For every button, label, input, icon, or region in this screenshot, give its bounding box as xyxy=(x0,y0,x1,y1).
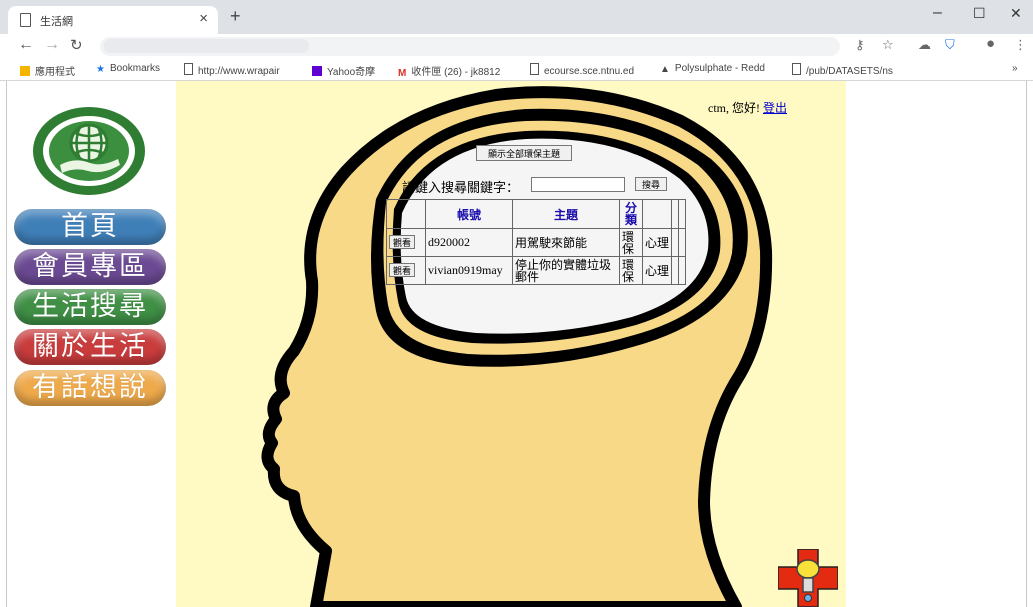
star-icon: ★ xyxy=(96,64,105,74)
account-column-header[interactable]: 帳號 xyxy=(425,199,513,229)
topic-cell: 用駕駛來節能 xyxy=(512,228,620,257)
cloud-icon[interactable]: ☁ xyxy=(918,37,931,53)
search-prompt-label: 請鍵入搜尋關鍵字： xyxy=(402,180,520,195)
address-bar[interactable] xyxy=(100,37,840,56)
maximize-icon[interactable]: ☐ xyxy=(973,5,986,22)
back-icon[interactable]: ← xyxy=(18,36,34,54)
account-icon[interactable]: ● xyxy=(986,35,995,52)
web-page: 首頁 會員專區 生活搜尋 關於生活 有話想說 ctm, 您好! 登出 顯示全部環… xyxy=(0,81,1033,607)
tab-strip: 生活網 × + – ☐ ✕ xyxy=(0,0,1033,34)
bookmark-ecourse[interactable]: ecourse.sce.ntnu.ed xyxy=(530,63,648,77)
tag-cell: 心理 xyxy=(642,228,672,257)
results-table: 帳號 主題 分類 觀看 d920002 用駕駛來節能 環保 心理 觀看 vivi… xyxy=(386,199,686,285)
bookmark-bookmarks[interactable]: ★ Bookmarks xyxy=(96,63,176,74)
tag-cell: 心理 xyxy=(642,256,672,285)
nav-search-button[interactable]: 生活搜尋 xyxy=(14,289,166,325)
reload-icon[interactable]: ↻ xyxy=(70,36,83,54)
bookmark-datasets[interactable]: /pub/DATASETS/ns xyxy=(792,63,910,77)
tab-close-icon[interactable]: × xyxy=(199,10,208,27)
nav-feedback-button[interactable]: 有話想說 xyxy=(14,370,166,406)
minimize-icon[interactable]: – xyxy=(933,4,942,22)
account-cell: d920002 xyxy=(425,228,513,257)
globe-logo-icon[interactable] xyxy=(30,105,148,197)
logout-link[interactable]: 登出 xyxy=(763,101,787,115)
page-icon xyxy=(792,63,801,75)
page-icon xyxy=(530,63,539,75)
search-button[interactable]: 搜尋 xyxy=(635,177,667,191)
table-row: 觀看 vivian0919may 停止你的實體垃圾郵件 環保 心理 xyxy=(386,256,686,285)
bookmark-polysulphate[interactable]: ▲ Polysulphate - Redd xyxy=(660,63,778,74)
bookmark-apps[interactable]: 應用程式 xyxy=(20,63,90,78)
page-icon xyxy=(20,13,31,27)
url-text xyxy=(104,39,309,53)
gmail-icon: M xyxy=(398,68,407,78)
topic-cell: 停止你的實體垃圾郵件 xyxy=(512,256,620,285)
apps-icon xyxy=(20,66,30,76)
table-row: 觀看 d920002 用駕駛來節能 環保 心理 xyxy=(386,228,686,257)
table-header-row: 帳號 主題 分類 xyxy=(386,199,686,229)
tab-title: 生活網 xyxy=(40,16,73,28)
account-cell: vivian0919may xyxy=(425,256,513,285)
topic-column-header[interactable]: 主題 xyxy=(512,199,620,229)
bookmark-star-icon[interactable]: ☆ xyxy=(882,37,894,53)
category-cell: 環保 xyxy=(619,228,643,257)
main-content: ctm, 您好! 登出 顯示全部環保主題 請鍵入搜尋關鍵字： 搜尋 帳號 主題 … xyxy=(176,81,846,607)
view-column-header xyxy=(386,199,426,229)
new-tab-icon[interactable]: + xyxy=(230,6,241,27)
yahoo-icon xyxy=(312,66,322,76)
bookmark-yahoo[interactable]: Yahoo奇摩 xyxy=(312,63,390,78)
tag-column-header xyxy=(642,199,672,229)
view-button[interactable]: 觀看 xyxy=(389,263,416,277)
page-icon xyxy=(184,63,193,75)
nav-about-button[interactable]: 關於生活 xyxy=(14,329,166,365)
bookmark-wrapair[interactable]: http://www.wrapair xyxy=(184,63,299,77)
view-button[interactable]: 觀看 xyxy=(389,235,416,249)
triangle-icon: ▲ xyxy=(660,64,670,74)
greeting-bar: ctm, 您好! 登出 xyxy=(708,99,787,116)
help-robot-icon[interactable] xyxy=(778,549,838,607)
category-cell: 環保 xyxy=(619,256,643,285)
menu-icon[interactable]: ⋮ xyxy=(1014,37,1027,53)
browser-toolbar: ← → ↻ ⚷ ☆ ☁ ⛉ ● ⋮ xyxy=(0,34,1033,60)
shield-icon[interactable]: ⛉ xyxy=(945,37,955,53)
search-input[interactable] xyxy=(531,177,625,192)
show-all-topics-button[interactable]: 顯示全部環保主題 xyxy=(476,145,572,161)
nav-home-button[interactable]: 首頁 xyxy=(14,209,166,245)
bookmarks-bar: 應用程式 ★ Bookmarks http://www.wrapair Yahoo… xyxy=(0,60,1033,81)
nav-member-button[interactable]: 會員專區 xyxy=(14,249,166,285)
browser-tab[interactable]: 生活網 × xyxy=(8,6,218,34)
key-icon[interactable]: ⚷ xyxy=(855,37,865,53)
greeting-text: ctm, 您好! xyxy=(708,101,760,115)
category-column-header[interactable]: 分類 xyxy=(619,199,643,229)
bookmarks-more-icon[interactable]: » xyxy=(1012,63,1018,74)
close-window-icon[interactable]: ✕ xyxy=(1010,5,1022,22)
bookmark-gmail[interactable]: M 收件匣 (26) - jk8812 xyxy=(398,63,518,78)
forward-icon[interactable]: → xyxy=(44,36,60,54)
